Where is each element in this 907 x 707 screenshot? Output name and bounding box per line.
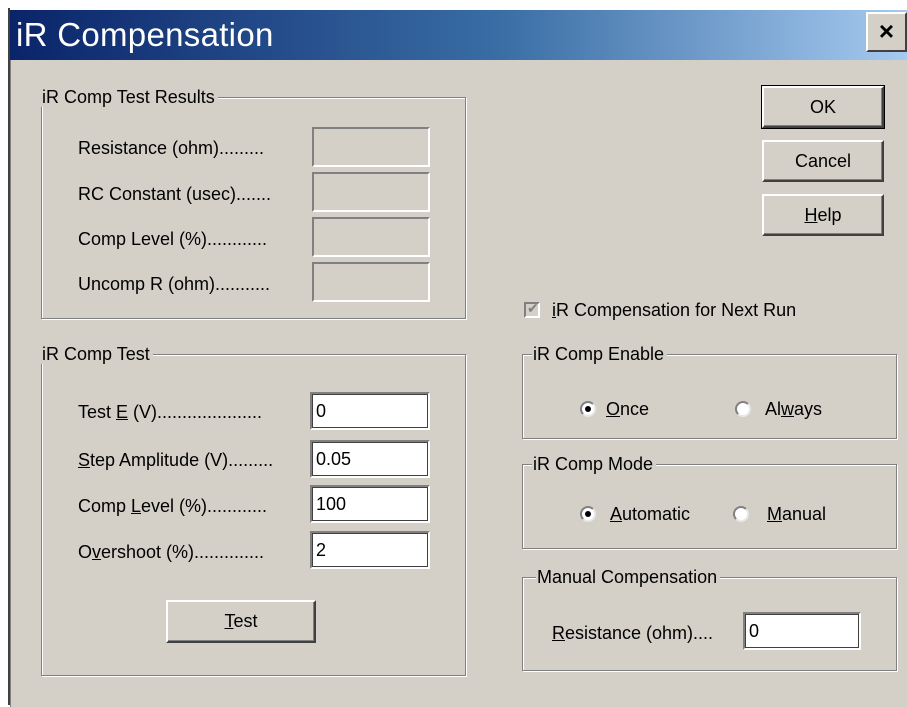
radio-selected-icon — [585, 406, 591, 412]
mode-manual-radio[interactable] — [733, 506, 749, 522]
mode-automatic-label[interactable]: Automatic — [610, 503, 690, 525]
test-e-input[interactable] — [310, 392, 430, 430]
results-uncomp-r-value — [312, 262, 430, 302]
next-run-checkbox[interactable]: ✔ — [524, 300, 540, 318]
comp-test-legend: iR Comp Test — [41, 344, 153, 364]
overshoot-input[interactable] — [310, 531, 430, 569]
manual-comp-legend: Manual Compensation — [536, 567, 721, 587]
results-resistance-value — [312, 127, 430, 167]
enable-always-label[interactable]: Always — [765, 398, 822, 420]
results-comp-level-value — [312, 217, 430, 257]
comp-mode-legend: iR Comp Mode — [532, 454, 657, 474]
results-comp-level-label: Comp Level (%)............ — [78, 229, 268, 249]
comp-enable-group: iR Comp Enable — [522, 344, 897, 439]
ok-button[interactable]: OK — [761, 85, 885, 129]
enable-once-radio[interactable] — [580, 401, 596, 417]
comp-enable-legend: iR Comp Enable — [532, 344, 668, 364]
results-resistance-label: Resistance (ohm)......... — [78, 138, 265, 158]
overshoot-label: Overshoot (%).............. — [78, 542, 265, 562]
enable-once-label[interactable]: Once — [606, 398, 649, 420]
checkmark-icon: ✔ — [527, 300, 539, 316]
test-button[interactable]: Test — [166, 600, 316, 643]
next-run-label[interactable]: iR Compensation for Next Run — [552, 299, 796, 321]
test-e-label: Test E (V)..................... — [78, 402, 263, 422]
results-uncomp-r-label: Uncomp R (ohm)........... — [78, 274, 271, 294]
comp-level-label: Comp Level (%)............ — [78, 496, 268, 516]
mode-automatic-radio[interactable] — [580, 506, 596, 522]
step-amplitude-input[interactable] — [310, 440, 430, 478]
mode-manual-label[interactable]: Manual — [767, 503, 826, 525]
close-button[interactable]: × — [866, 12, 907, 52]
cancel-button[interactable]: Cancel — [762, 140, 884, 182]
manual-resistance-input[interactable] — [743, 612, 861, 650]
close-icon: × — [878, 16, 895, 46]
results-rc-constant-value — [312, 172, 430, 212]
title-bar[interactable]: iR Compensation — [10, 10, 907, 60]
radio-selected-icon — [585, 511, 591, 517]
comp-level-input[interactable] — [310, 485, 430, 523]
window-edge — [8, 8, 10, 705]
comp-mode-group: iR Comp Mode — [522, 454, 897, 549]
results-rc-constant-label: RC Constant (usec)....... — [78, 184, 272, 204]
step-amplitude-label: Step Amplitude (V)......... — [78, 450, 274, 470]
window-title: iR Compensation — [16, 16, 274, 53]
manual-resistance-label: Resistance (ohm).... — [552, 623, 714, 643]
help-button[interactable]: Help — [762, 194, 884, 236]
enable-always-radio[interactable] — [735, 401, 751, 417]
test-results-legend: iR Comp Test Results — [41, 87, 218, 107]
